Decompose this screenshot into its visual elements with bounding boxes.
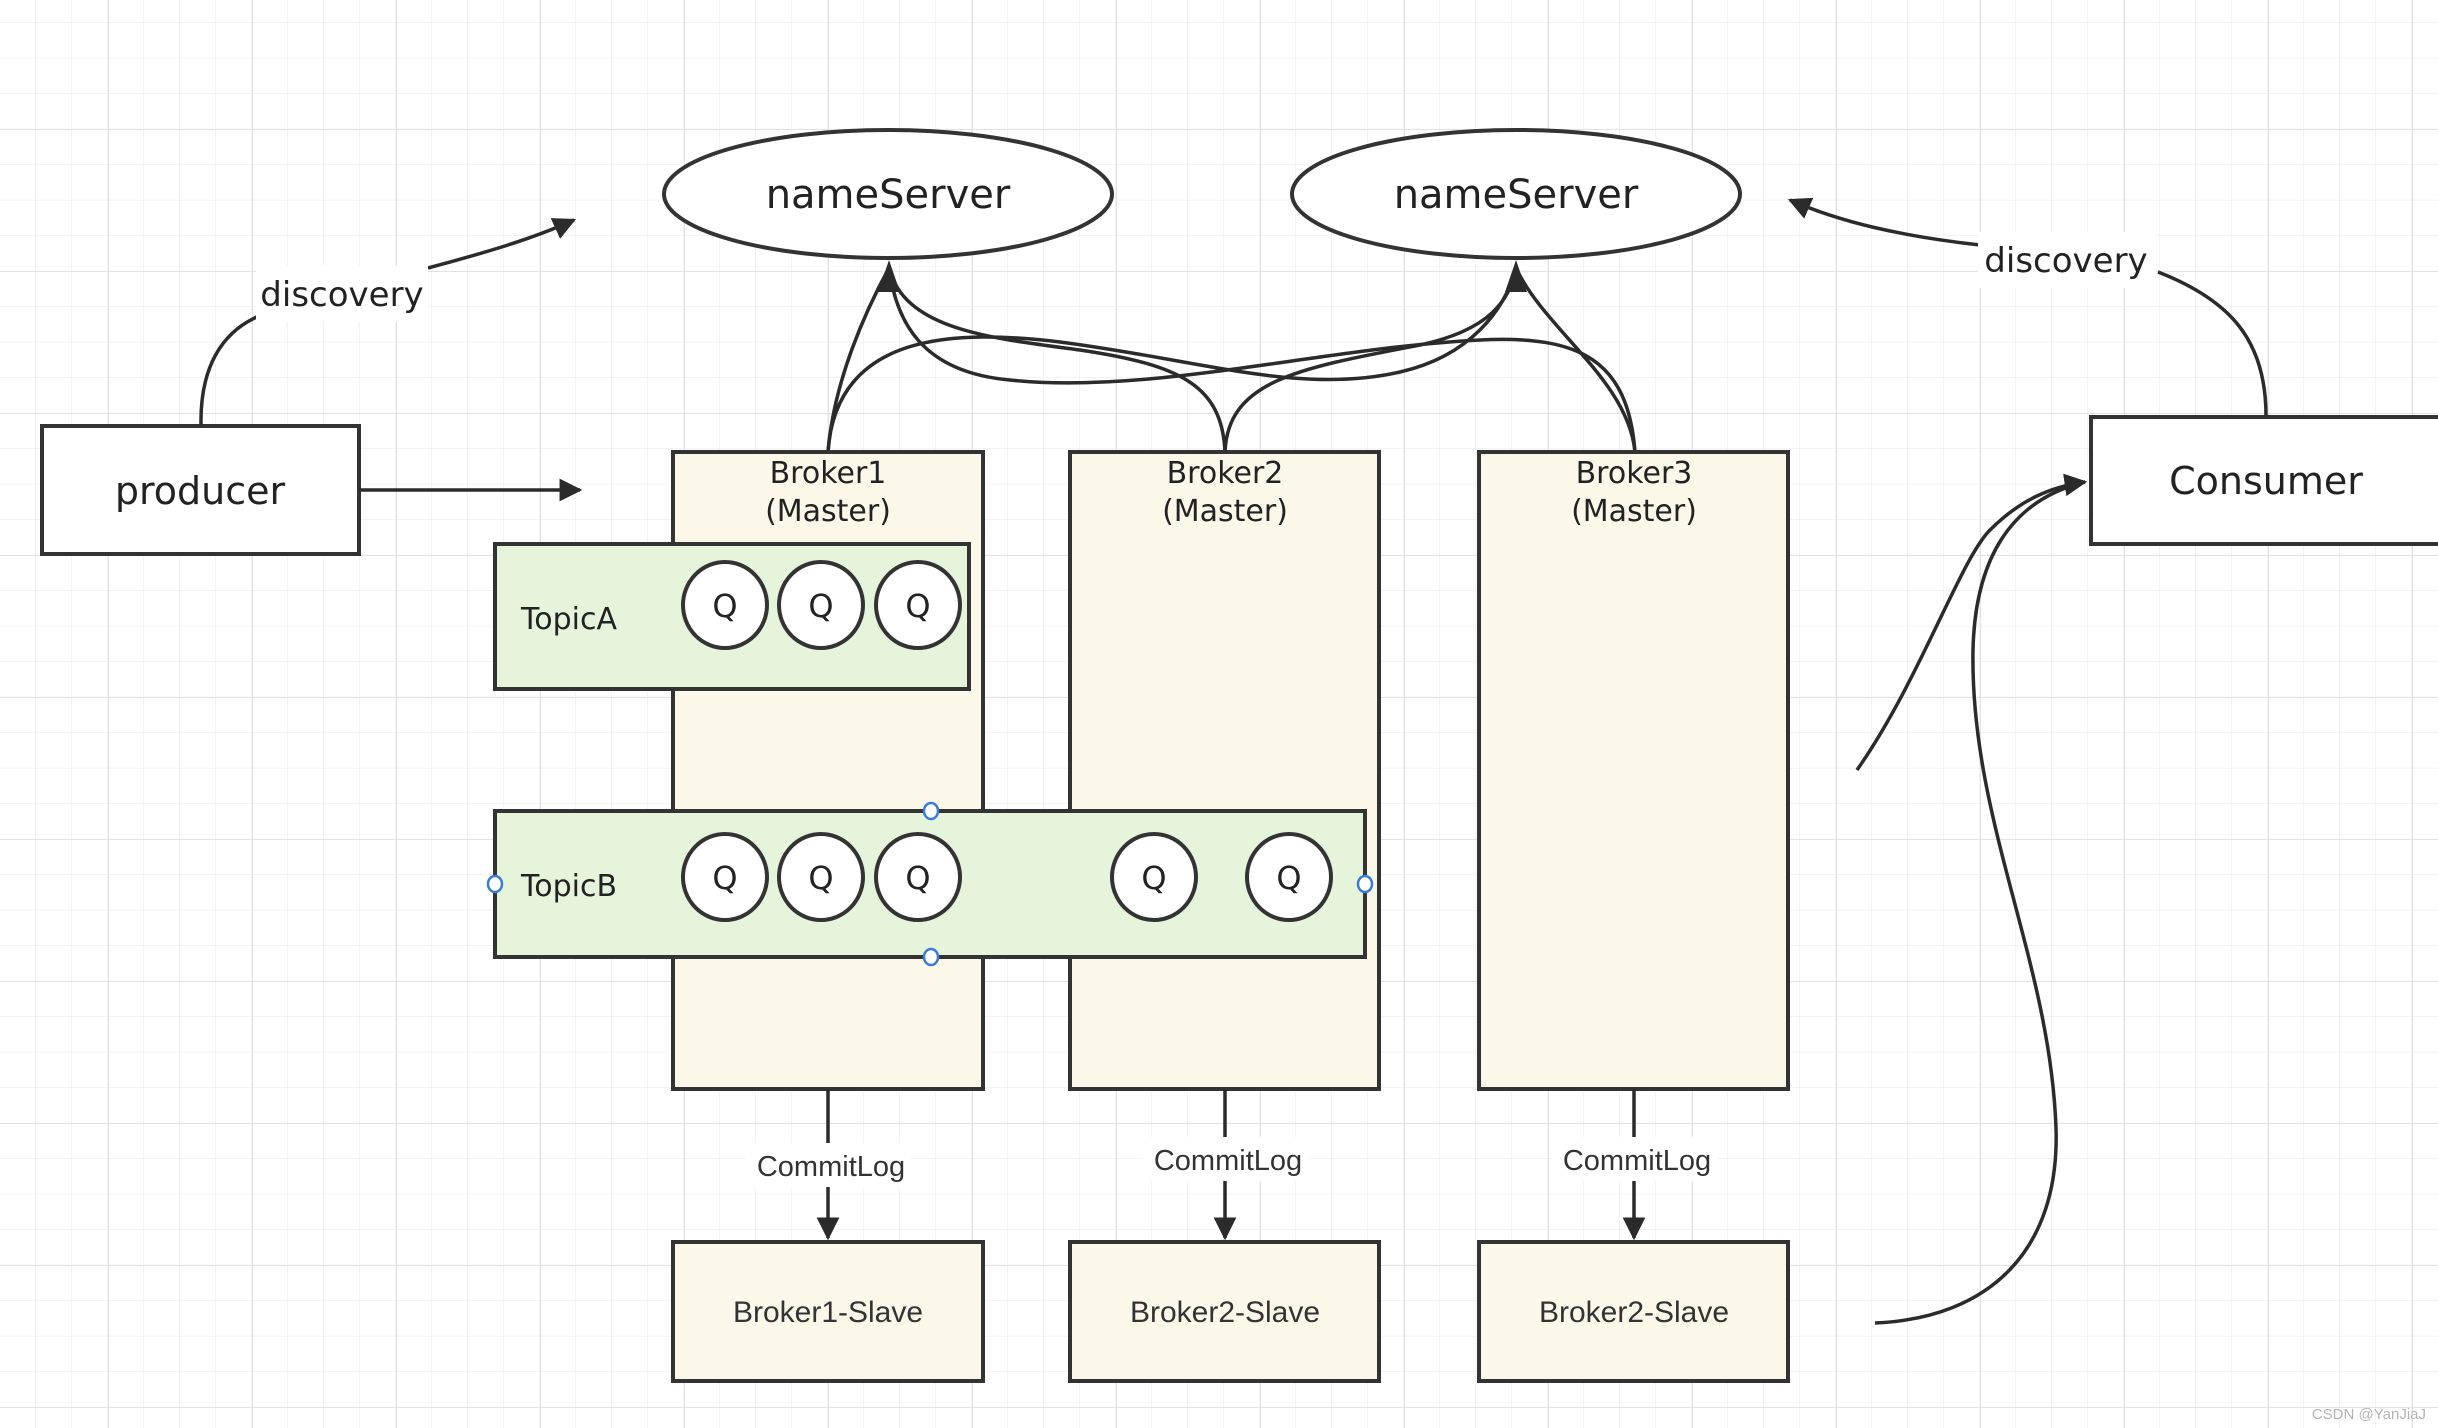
topic-b-queue-2[interactable]: Q xyxy=(777,832,865,922)
topic-a-label: TopicA xyxy=(520,602,617,637)
selection-handle-right[interactable] xyxy=(1356,874,1374,894)
producer-discovery-label: discovery xyxy=(260,275,423,315)
broker-2-slave-label: Broker2-Slave xyxy=(1130,1296,1320,1329)
queue-label: Q xyxy=(712,859,737,897)
broker-2-name: Broker2 xyxy=(1167,456,1284,491)
selection-handle-bottom[interactable] xyxy=(922,947,940,967)
topic-b[interactable]: TopicB Q Q Q Q Q xyxy=(486,801,1374,967)
commitlog-label-3: CommitLog xyxy=(1563,1145,1711,1177)
nameserver-2[interactable]: nameServer xyxy=(1290,128,1742,260)
broker-3-slave-label: Broker2-Slave xyxy=(1539,1296,1729,1329)
topic-a-queue-1[interactable]: Q xyxy=(681,560,769,650)
broker-3-slave[interactable]: Broker2-Slave xyxy=(1477,1240,1790,1383)
nameserver-1[interactable]: nameServer xyxy=(662,128,1114,260)
topic-b-label: TopicB xyxy=(520,869,617,904)
broker-1-role: (Master) xyxy=(765,494,891,529)
selection-handle-top[interactable] xyxy=(922,801,940,821)
queue-label: Q xyxy=(712,587,737,625)
commitlog-label-2: CommitLog xyxy=(1154,1145,1302,1177)
topic-a-queue-3[interactable]: Q xyxy=(874,560,962,650)
nameserver-2-label: nameServer xyxy=(1394,172,1639,218)
broker-3-name: Broker3 xyxy=(1576,456,1693,491)
broker-2[interactable]: Broker2 (Master) xyxy=(1068,450,1381,1091)
queue-label: Q xyxy=(1141,859,1166,897)
watermark: CSDN @YanJiaJ xyxy=(2312,1406,2426,1423)
queue-label: Q xyxy=(905,859,930,897)
consumer-node[interactable]: Consumer xyxy=(2089,415,2438,546)
topic-a[interactable]: TopicA Q Q Q xyxy=(493,542,971,691)
topic-b-queue-3[interactable]: Q xyxy=(874,832,962,922)
nameserver-1-label: nameServer xyxy=(766,172,1011,218)
consumer-label: Consumer xyxy=(2169,459,2363,503)
broker-3[interactable]: Broker3 (Master) xyxy=(1477,450,1790,1091)
producer-node[interactable]: producer xyxy=(40,424,361,556)
queue-label: Q xyxy=(1276,859,1301,897)
selection-handle-left[interactable] xyxy=(486,874,504,894)
topic-b-queue-5[interactable]: Q xyxy=(1245,832,1333,922)
queue-label: Q xyxy=(808,859,833,897)
broker-1-name: Broker1 xyxy=(770,456,887,491)
consumer-discovery-label: discovery xyxy=(1984,241,2147,281)
topic-a-queue-2[interactable]: Q xyxy=(777,560,865,650)
queue-label: Q xyxy=(905,587,930,625)
broker-2-slave[interactable]: Broker2-Slave xyxy=(1068,1240,1381,1383)
broker-3-role: (Master) xyxy=(1571,494,1697,529)
diagram-canvas: nameServer nameServer producer discovery… xyxy=(0,0,2438,1428)
topic-b-queue-4[interactable]: Q xyxy=(1110,832,1198,922)
broker-1-slave[interactable]: Broker1-Slave xyxy=(671,1240,985,1383)
topic-b-queue-1[interactable]: Q xyxy=(681,832,769,922)
broker-2-role: (Master) xyxy=(1162,494,1288,529)
broker-1-slave-label: Broker1-Slave xyxy=(733,1296,923,1329)
commitlog-label-1: CommitLog xyxy=(757,1151,905,1183)
producer-label: producer xyxy=(115,469,286,513)
queue-label: Q xyxy=(808,587,833,625)
